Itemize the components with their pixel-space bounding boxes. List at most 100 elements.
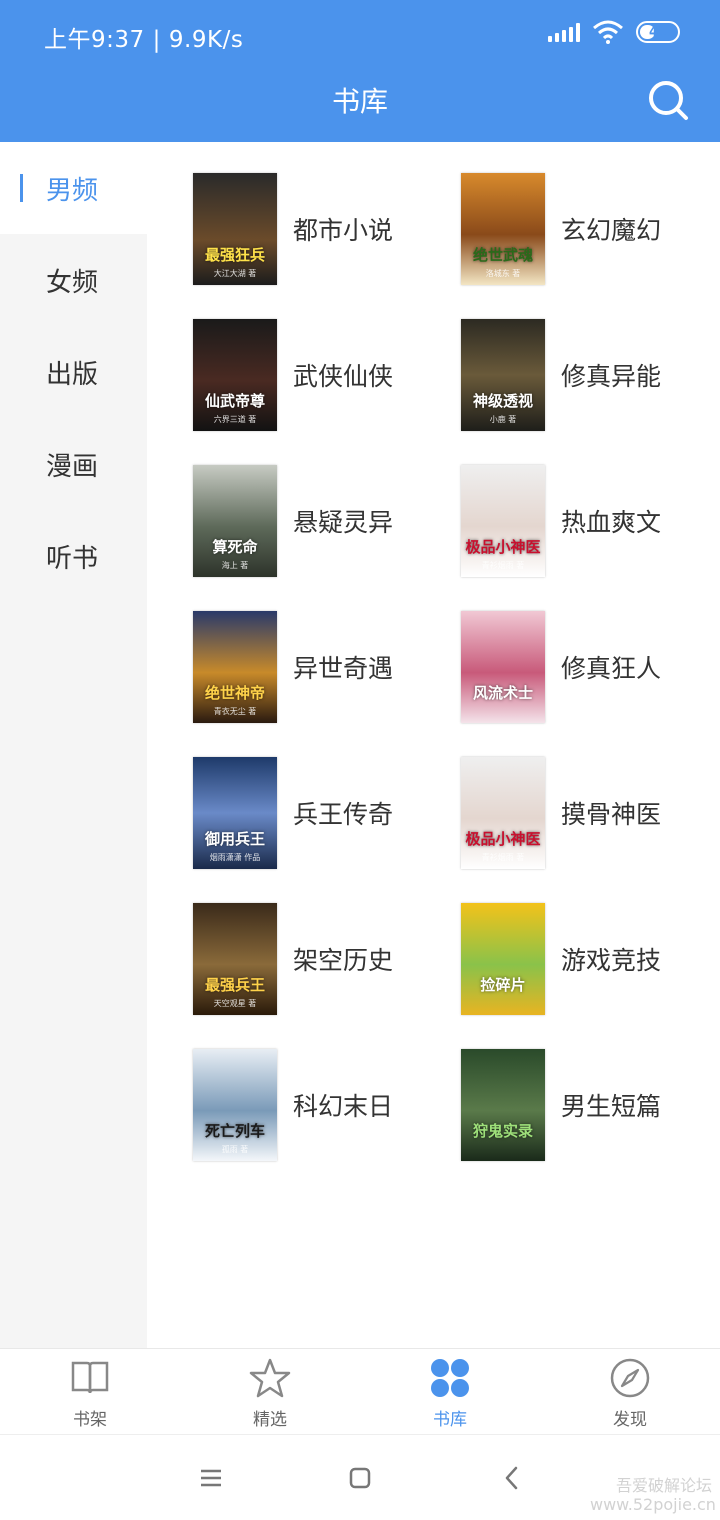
category-item[interactable]: 御用兵王 烟雨潇潇 作品 兵王传奇	[193, 757, 461, 869]
system-nav-bar: 吾爱破解论坛 www.52pojie.cn	[0, 1434, 720, 1520]
category-item[interactable]: 极品小神医青衫烟雨 著 热血爽文	[461, 465, 720, 577]
cover-title: 御用兵王	[204, 830, 265, 848]
tab-discover[interactable]: 发现	[540, 1349, 720, 1434]
tab-featured[interactable]: 精选	[180, 1349, 360, 1434]
page-title: 书库	[331, 85, 388, 118]
book-cover: 最强兵王 天空观星 著	[193, 903, 277, 1015]
category-label: 都市小说	[293, 216, 394, 245]
home-icon[interactable]	[343, 1461, 377, 1495]
tab-label: 书库	[433, 1410, 467, 1430]
category-label: 热血爽文	[561, 508, 662, 537]
tab-bookshelf[interactable]: 书架	[0, 1349, 180, 1434]
category-item[interactable]: 极品小神医 青衫烟雨 著摸骨神医	[461, 757, 720, 869]
category-label: 男生短篇	[561, 1092, 662, 1121]
cover-title: 极品小神医	[465, 830, 541, 848]
category-label: 异世奇遇	[293, 654, 394, 683]
sidebar-item-label: 出版	[46, 359, 99, 390]
wifi-icon	[593, 20, 623, 44]
category-label: 玄幻魔幻	[561, 216, 662, 245]
category-label: 架空历史	[293, 946, 394, 975]
cover-author: 小鹿 著	[489, 415, 517, 424]
sidebar-item-2[interactable]: 女频	[0, 234, 147, 326]
network-speed: 9.9K/s	[168, 27, 244, 53]
category-label: 修真狂人	[561, 654, 662, 683]
cover-title: 仙武帝尊	[204, 392, 265, 410]
menu-icon[interactable]	[194, 1461, 228, 1495]
sidebar-item-label: 漫画	[46, 451, 99, 482]
book-cover: 算死命 海上 著	[193, 465, 277, 577]
status-separator: |	[152, 27, 161, 53]
app-header: 上午9:37 | 9.9K/s 41 书库	[0, 0, 720, 142]
star-icon	[249, 1358, 291, 1398]
book-cover: 御用兵王烟雨潇潇 作品	[193, 757, 277, 869]
cover-author: 大江大湖 著	[213, 269, 257, 278]
sidebar-item-3[interactable]: 出版	[0, 326, 147, 418]
book-cover: 风流术士	[461, 611, 545, 723]
book-cover: 狩鬼实录	[461, 1049, 545, 1161]
book-cover: 仙武帝尊六界三道 著	[193, 319, 277, 431]
category-item[interactable]: 神级透视 小鹿 著修真异能	[461, 319, 720, 431]
watermark: 吾爱破解论坛 www.52pojie.cn	[590, 1476, 716, 1514]
cover-title: 最强狂兵	[204, 246, 265, 264]
category-item[interactable]: 绝世神帝 青衣无尘 著异世奇遇	[193, 611, 461, 723]
category-item[interactable]: 绝世武魂 洛城东 著玄幻魔幻	[461, 173, 720, 285]
tab-label: 发现	[613, 1410, 647, 1430]
compass-icon	[610, 1358, 650, 1398]
tab-label: 书架	[73, 1410, 107, 1430]
sidebar-item-1[interactable]: 男频	[0, 142, 147, 234]
category-label: 兵王传奇	[293, 800, 394, 829]
active-indicator	[20, 174, 23, 202]
cover-author: 孤雨 著	[221, 1145, 249, 1154]
book-cover: 捡碎片	[461, 903, 545, 1015]
cover-author: 烟雨潇潇 作品	[209, 853, 261, 862]
battery-icon: 41	[636, 21, 680, 43]
category-item[interactable]: 狩鬼实录 男生短篇	[461, 1049, 720, 1161]
cover-author: 青衣无尘 著	[213, 707, 257, 716]
book-cover: 最强狂兵大江大湖 著	[193, 173, 277, 285]
tab-library[interactable]: 书库	[360, 1349, 540, 1434]
sidebar-item-5[interactable]: 听书	[0, 510, 147, 602]
book-cover: 极品小神医青衫烟雨 著	[461, 757, 545, 869]
search-icon[interactable]	[646, 78, 690, 122]
category-label: 修真异能	[561, 362, 662, 391]
sidebar-item-label: 女频	[46, 267, 99, 298]
category-item[interactable]: 死亡列车 孤雨 著科幻末日	[193, 1049, 461, 1161]
cover-author: 六界三道 著	[213, 415, 257, 424]
category-item[interactable]: 最强狂兵 大江大湖 著都市小说	[193, 173, 461, 285]
cover-title: 风流术士	[472, 684, 533, 702]
cover-title: 神级透视	[472, 392, 533, 410]
cover-title: 捡碎片	[480, 976, 526, 994]
back-icon[interactable]	[495, 1461, 529, 1495]
cover-author: 天空观星 著	[213, 999, 257, 1008]
cover-author: 青衫烟雨 著	[481, 853, 525, 862]
status-icons: 41	[548, 20, 680, 44]
cover-title: 狩鬼实录	[472, 1122, 533, 1140]
book-cover: 绝世神帝青衣无尘 著	[193, 611, 277, 723]
category-item[interactable]: 算死命 海上 著悬疑灵异	[193, 465, 461, 577]
cover-title: 算死命	[212, 538, 258, 556]
sidebar-item-label: 听书	[46, 543, 99, 574]
bottom-tab-bar: 书架 精选 书库 发现	[0, 1348, 720, 1434]
cover-title: 绝世神帝	[204, 684, 265, 702]
status-time: 上午9:37	[44, 27, 145, 53]
cover-author: 洛城东 著	[485, 269, 521, 278]
category-item[interactable]: 最强兵王 天空观星 著架空历史	[193, 903, 461, 1015]
category-item[interactable]: 风流术士 修真狂人	[461, 611, 720, 723]
grid-dots-icon	[431, 1359, 469, 1397]
category-label: 摸骨神医	[561, 800, 662, 829]
signal-icon	[548, 22, 580, 42]
cover-title: 死亡列车	[204, 1122, 265, 1140]
book-cover: 绝世武魂 洛城东 著	[461, 173, 545, 285]
cover-title: 绝世武魂	[472, 246, 533, 264]
book-cover: 神级透视 小鹿 著	[461, 319, 545, 431]
battery-percent: 41	[648, 24, 668, 40]
category-sidebar: 男频女频出版漫画听书	[0, 142, 147, 1348]
cover-author: 青衫烟雨 著	[481, 561, 525, 570]
category-item[interactable]: 捡碎片 游戏竞技	[461, 903, 720, 1015]
category-item[interactable]: 仙武帝尊 六界三道 著武侠仙侠	[193, 319, 461, 431]
cover-title: 极品小神医	[465, 538, 541, 556]
category-label: 武侠仙侠	[293, 362, 394, 391]
tab-label: 精选	[253, 1410, 287, 1430]
sidebar-item-4[interactable]: 漫画	[0, 418, 147, 510]
status-bar: 上午9:37 | 9.9K/s 41	[0, 0, 720, 68]
